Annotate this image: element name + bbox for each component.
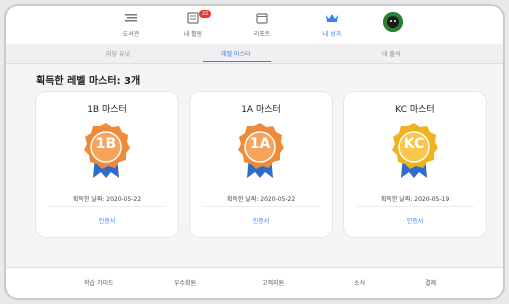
- footer-news[interactable]: 소식: [354, 278, 365, 287]
- nav-label: 리포트: [253, 31, 271, 38]
- nav-item-my-achievements[interactable]: 내 성과: [302, 12, 362, 38]
- crown-icon: [302, 12, 362, 26]
- earned-date: 획득한 날짜: 2020-05-22: [72, 196, 142, 203]
- avatar[interactable]: [383, 12, 403, 32]
- medal-icon: KC: [389, 120, 439, 178]
- medal-icon: 1B: [81, 120, 131, 178]
- divider: [202, 206, 320, 207]
- footer-learning-guide[interactable]: 학습 가이드: [84, 278, 114, 287]
- footer-nav: 학습 가이드 우수회원 고객지원 소식 결제: [6, 267, 503, 298]
- library-icon: [101, 12, 161, 26]
- nav-label: 내 활동: [183, 31, 203, 38]
- medal-text: 1B: [95, 136, 117, 152]
- tab-my-attendance[interactable]: 내 출석: [382, 49, 400, 58]
- card-title: KC 마스터: [395, 105, 435, 115]
- activity-icon: [163, 12, 223, 26]
- medal-icon: 1A: [235, 120, 285, 178]
- top-navigation: 도서관 22 내 활동 리포트 내 성과: [6, 6, 503, 44]
- tab-reading-unit[interactable]: 리딩 유닛: [106, 49, 130, 58]
- app-frame: 도서관 22 내 활동 리포트 내 성과 리딩 유닛 레벨 마스터 내 출석 획…: [4, 4, 505, 300]
- certificate-link[interactable]: 인증서: [36, 216, 178, 225]
- footer-customer-support[interactable]: 고객지원: [262, 278, 284, 287]
- medal-text: 1A: [249, 136, 271, 152]
- earned-date: 획득한 날짜: 2020-05-19: [380, 196, 450, 203]
- active-tab-indicator: [203, 61, 271, 62]
- footer-top-members[interactable]: 우수회원: [174, 278, 196, 287]
- certificate-link[interactable]: 인증서: [190, 216, 332, 225]
- activity-badge: 22: [199, 10, 212, 18]
- nav-item-my-activity[interactable]: 22 내 활동: [163, 10, 223, 38]
- medal-text: KC: [403, 136, 425, 152]
- card-title: 1B 마스터: [87, 105, 127, 115]
- divider: [48, 206, 166, 207]
- calendar-icon: [232, 12, 292, 26]
- nav-item-library[interactable]: 도서관: [101, 12, 161, 38]
- page-title: 획득한 레벨 마스터: 3개: [36, 76, 141, 87]
- card-title: 1A 마스터: [241, 105, 281, 115]
- divider: [356, 206, 474, 207]
- master-card: 1A 마스터 1A 획득한 날짜: 2020-05-22 인증서: [190, 92, 332, 237]
- master-card: KC 마스터 KC 획득한 날짜: 2020-05-19 인증서: [344, 92, 486, 237]
- tab-level-master[interactable]: 레벨 마스터: [221, 49, 251, 58]
- nav-label: 도서관: [122, 31, 140, 38]
- certificate-link[interactable]: 인증서: [344, 216, 486, 225]
- sub-tabs: 리딩 유닛 레벨 마스터 내 출석: [6, 44, 503, 64]
- earned-date: 획득한 날짜: 2020-05-22: [226, 196, 296, 203]
- footer-payment[interactable]: 결제: [425, 278, 436, 287]
- master-card: 1B 마스터 1B 획득한 날짜: 2020-05-22 인증서: [36, 92, 178, 237]
- nav-item-report[interactable]: 리포트: [232, 12, 292, 38]
- nav-label: 내 성과: [322, 31, 342, 38]
